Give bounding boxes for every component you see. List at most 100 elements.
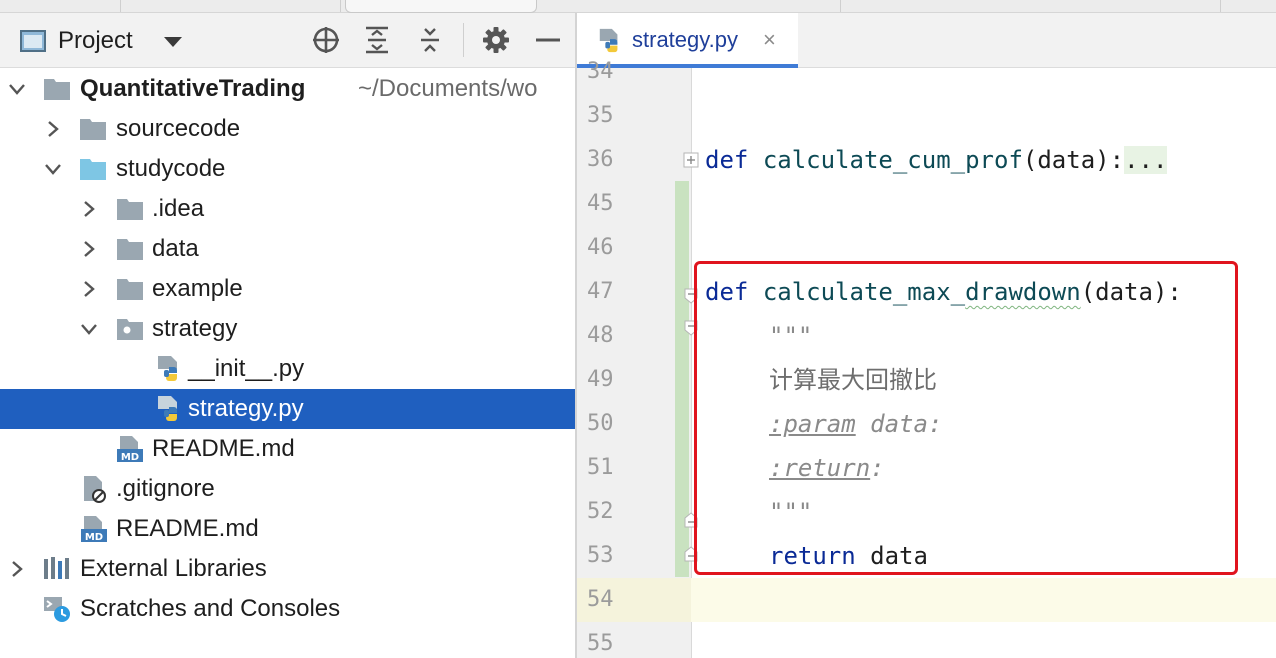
fold-end-icon[interactable] — [683, 512, 699, 528]
expand-all-icon[interactable] — [362, 25, 392, 55]
code-line: 35 — [577, 94, 1276, 138]
tree-item-strategy-py[interactable]: strategy.py — [0, 389, 575, 429]
folded-code-placeholder[interactable]: ... — [1124, 146, 1168, 174]
chevron-right-icon[interactable] — [43, 119, 63, 139]
markdown-file-icon: MD — [81, 516, 107, 543]
tree-item-label: README.md — [152, 435, 295, 462]
code-line: 47 def calculate_max_drawdown(data): — [577, 270, 1276, 314]
tree-item-label: .gitignore — [116, 475, 215, 502]
chevron-right-icon[interactable] — [79, 199, 99, 219]
docstring: data: — [855, 410, 943, 438]
tree-item-label: strategy — [152, 315, 238, 342]
keyword: def — [705, 146, 749, 174]
line-number: 54 — [577, 578, 691, 622]
typo-warning-word[interactable]: drawdown — [965, 278, 1081, 306]
code-line: 50 :param data: — [577, 402, 1276, 446]
line-number: 49 — [587, 367, 614, 392]
source-folder-icon — [80, 159, 106, 180]
line-number: 46 — [587, 235, 614, 260]
tree-item-sourcecode[interactable]: sourcecode — [0, 109, 575, 149]
top-tab-segment[interactable] — [840, 0, 1221, 12]
markdown-file-icon: MD — [117, 436, 143, 463]
code-text: :return: — [769, 446, 885, 490]
line-number: 45 — [587, 191, 614, 216]
tree-item-label: External Libraries — [80, 555, 267, 582]
tree-item-readme-studycode[interactable]: MD README.md — [0, 429, 575, 469]
folder-icon — [117, 239, 143, 260]
chevron-down-icon[interactable] — [7, 79, 27, 99]
line-number: 34 — [587, 59, 614, 84]
tree-item-scratches[interactable]: Scratches and Consoles — [0, 589, 575, 629]
code-line: 48 """ — [577, 314, 1276, 358]
tree-item-readme-root[interactable]: MD README.md — [0, 509, 575, 549]
collapse-all-icon[interactable] — [415, 25, 445, 55]
tree-item-init-py[interactable]: __init__.py — [0, 349, 575, 389]
chevron-right-icon[interactable] — [79, 239, 99, 259]
docstring: """ — [769, 498, 813, 526]
line-number: 36 — [587, 147, 614, 172]
code-text: """ — [769, 314, 812, 358]
gear-icon[interactable] — [481, 25, 511, 55]
chevron-down-icon[interactable] — [79, 319, 99, 339]
tree-item-label: example — [152, 275, 243, 302]
tree-item-idea[interactable]: .idea — [0, 189, 575, 229]
code-text: def calculate_cum_prof(data):... — [705, 138, 1168, 182]
project-toolbar: Project — [0, 13, 575, 68]
keyword: return — [769, 542, 856, 570]
tree-item-gitignore[interactable]: .gitignore — [0, 469, 575, 509]
code-editor[interactable]: strategy.py × 34 35 36 def calculate_cum… — [577, 13, 1276, 658]
folder-icon — [80, 119, 106, 140]
toolbar-separator — [463, 23, 464, 57]
package-icon — [117, 319, 143, 340]
tree-item-label: QuantitativeTrading — [80, 75, 306, 102]
tree-item-data[interactable]: data — [0, 229, 575, 269]
tree-item-label: data — [152, 235, 199, 262]
project-view-selector[interactable]: Project — [58, 27, 133, 55]
doc-tag: :return — [769, 454, 871, 482]
docstring: 计算最大回撤比 — [769, 366, 937, 394]
code-line: 46 — [577, 226, 1276, 270]
code-line: 55 — [577, 622, 1276, 658]
chevron-down-icon[interactable] — [43, 159, 63, 179]
line-number: 50 — [587, 411, 614, 436]
tree-item-studycode[interactable]: studycode — [0, 149, 575, 189]
python-file-icon — [158, 396, 177, 421]
minimize-icon[interactable] — [533, 25, 563, 55]
locate-icon[interactable] — [311, 25, 341, 55]
tree-item-label: __init__.py — [188, 355, 305, 382]
line-number: 48 — [587, 323, 614, 348]
chevron-right-icon[interactable] — [79, 279, 99, 299]
code-line: 51 :return: — [577, 446, 1276, 490]
tree-item-strategy-package[interactable]: strategy — [0, 309, 575, 349]
line-number: 52 — [587, 499, 614, 524]
libraries-icon — [44, 557, 69, 579]
fold-expand-icon[interactable] — [683, 152, 699, 168]
code-line: 49 计算最大回撤比 — [577, 358, 1276, 402]
top-search-segment[interactable] — [345, 0, 537, 13]
line-number: 47 — [587, 279, 614, 304]
fold-collapse-icon[interactable] — [683, 288, 699, 304]
code-line: 34 — [577, 50, 1276, 94]
line-number: 53 — [587, 543, 614, 568]
tree-item-quantitativetrading[interactable]: QuantitativeTrading ~/Documents/wo — [0, 69, 575, 109]
tree-item-label: .idea — [152, 195, 205, 222]
top-tab-segment[interactable] — [0, 0, 121, 12]
params: (data): — [1022, 146, 1125, 174]
function-name: calculate_max_ — [762, 278, 966, 306]
tree-item-external-libraries[interactable]: External Libraries — [0, 549, 575, 589]
chevron-right-icon[interactable] — [7, 559, 27, 579]
window-top-strip — [0, 0, 1276, 13]
chevron-down-icon[interactable] — [164, 37, 182, 47]
top-tab-segment[interactable] — [540, 0, 841, 12]
tree-item-label: studycode — [116, 155, 226, 182]
current-code-line[interactable]: 54 — [577, 578, 1276, 622]
project-window-icon — [20, 30, 46, 52]
fold-end-icon[interactable] — [683, 546, 699, 562]
top-tab-segment[interactable] — [120, 0, 341, 12]
tree-item-example[interactable]: example — [0, 269, 575, 309]
code-line: 53 return data — [577, 534, 1276, 578]
fold-collapse-icon[interactable] — [683, 320, 699, 336]
docstring: """ — [769, 322, 813, 350]
code-line: 45 — [577, 182, 1276, 226]
tree-item-label: sourcecode — [116, 115, 241, 142]
